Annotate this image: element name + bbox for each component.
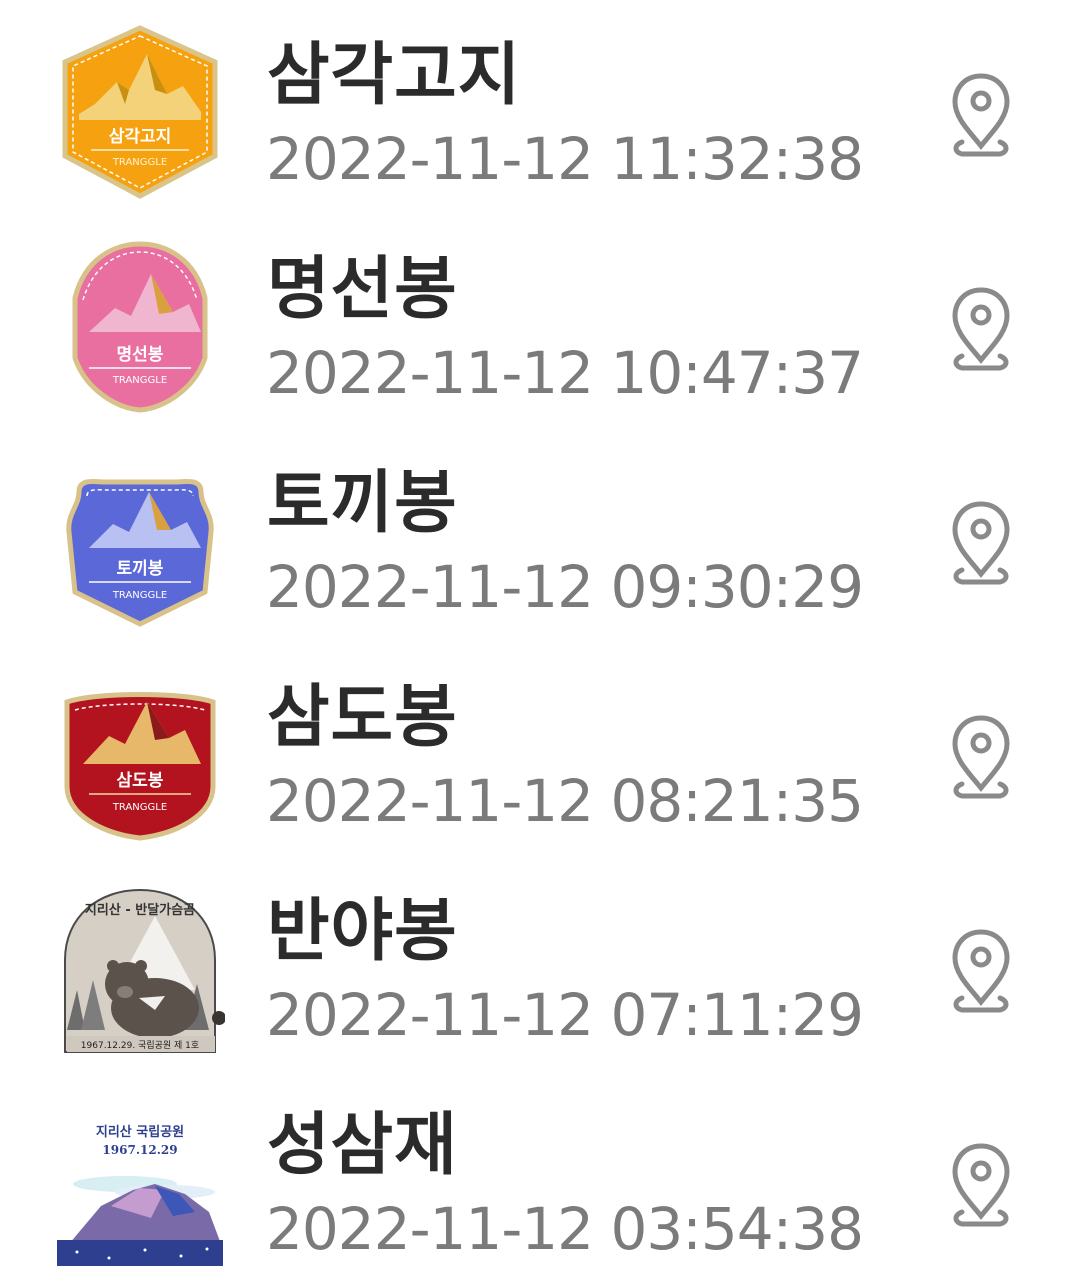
visit-timestamp: 2022-11-12 08:21:35 (266, 767, 864, 835)
list-item[interactable]: 지리산 국립공원 1967.12.29 성삼재 2022-11-12 03:54… (0, 1070, 1080, 1279)
badge-brand: TRANGGLE (112, 590, 167, 601)
summit-badge-icon: 명선봉 TRANGGLE (55, 238, 225, 414)
visit-timestamp: 2022-11-12 03:54:38 (266, 1195, 864, 1263)
mountain-sky-badge-icon: 지리산 국립공원 1967.12.29 (55, 1094, 225, 1270)
badge-title: 삼도봉 (117, 771, 164, 791)
badge-title: 삼각고지 (109, 127, 172, 147)
badge-title: 지리산 국립공원 (96, 1124, 184, 1140)
visit-timestamp: 2022-11-12 10:47:37 (266, 339, 864, 407)
list-item[interactable]: 지리산 - 반달가슴곰 1967.12.29. 국립공원 제 1호 반야봉 20… (0, 856, 1080, 1070)
list-item[interactable]: 토끼봉 TRANGGLE 토끼봉 2022-11-12 09:30:29 (0, 428, 1080, 642)
summit-badge-icon: 삼각고지 TRANGGLE (55, 24, 225, 200)
list-item[interactable]: 삼각고지 TRANGGLE 삼각고지 2022-11-12 11:32:38 (0, 0, 1080, 214)
location-pin-icon[interactable] (948, 712, 1014, 802)
badge-title: 토끼봉 (117, 559, 164, 579)
location-pin-icon[interactable] (948, 70, 1014, 160)
visit-timestamp: 2022-11-12 07:11:29 (266, 981, 864, 1049)
badge-brand: TRANGGLE (112, 802, 167, 813)
bear-badge-icon: 지리산 - 반달가슴곰 1967.12.29. 국립공원 제 1호 (55, 880, 225, 1056)
list-item[interactable]: 삼도봉 TRANGGLE 삼도봉 2022-11-12 08:21:35 (0, 642, 1080, 856)
badge-title: 명선봉 (117, 345, 164, 365)
list-item[interactable]: 명선봉 TRANGGLE 명선봉 2022-11-12 10:47:37 (0, 214, 1080, 428)
location-pin-icon[interactable] (948, 926, 1014, 1016)
summit-list: 삼각고지 TRANGGLE 삼각고지 2022-11-12 11:32:38 명… (0, 0, 1080, 1279)
location-pin-icon[interactable] (948, 284, 1014, 374)
badge-brand: TRANGGLE (112, 157, 167, 168)
summit-name: 토끼봉 (267, 464, 458, 543)
visit-timestamp: 2022-11-12 11:32:38 (266, 125, 864, 193)
summit-name: 명선봉 (267, 250, 458, 329)
summit-name: 삼각고지 (267, 36, 522, 115)
summit-name: 성삼재 (267, 1106, 458, 1185)
badge-title: 지리산 - 반달가슴곰 (85, 902, 195, 918)
summit-badge-icon: 삼도봉 TRANGGLE (55, 666, 225, 842)
badge-brand: TRANGGLE (112, 375, 167, 386)
location-pin-icon[interactable] (948, 1140, 1014, 1230)
badge-brand: 1967.12.29 (102, 1143, 177, 1157)
location-pin-icon[interactable] (948, 498, 1014, 588)
summit-name: 반야봉 (267, 892, 458, 971)
summit-badge-icon: 토끼봉 TRANGGLE (55, 452, 225, 628)
visit-timestamp: 2022-11-12 09:30:29 (266, 553, 864, 621)
badge-brand: 1967.12.29. 국립공원 제 1호 (81, 1040, 199, 1051)
summit-name: 삼도봉 (267, 678, 458, 757)
